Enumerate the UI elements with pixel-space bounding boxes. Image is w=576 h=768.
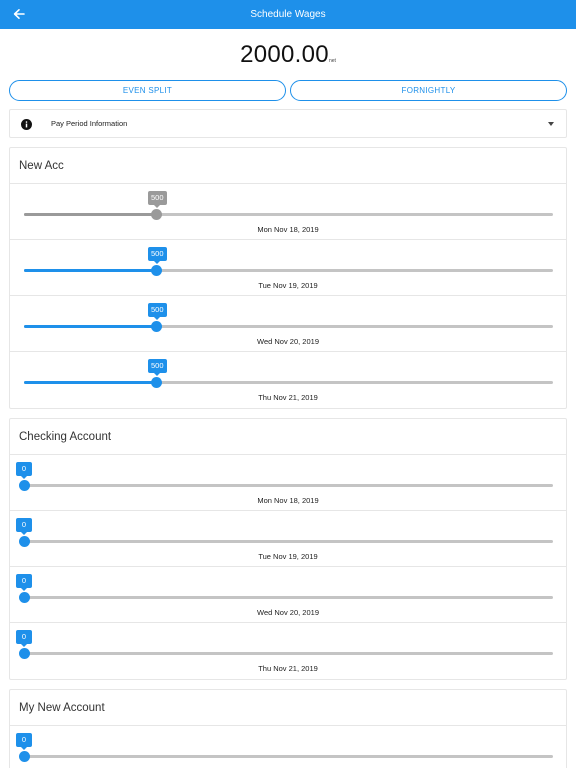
slider-fill — [24, 325, 156, 328]
app-bar: Schedule Wages — [0, 0, 576, 29]
slider-value-label: 0 — [16, 574, 32, 591]
allocation-slider-row: 500 Thu Nov 21, 2019 — [10, 352, 566, 408]
pay-date-label: Wed Nov 20, 2019 — [257, 608, 319, 617]
slider-value-label: 0 — [16, 733, 32, 750]
slider-thumb[interactable] — [18, 592, 30, 603]
slider-thumb[interactable] — [18, 536, 30, 547]
allocation-slider-row: 0 — [10, 726, 566, 768]
slider-value-label: 500 — [148, 303, 167, 320]
account-title: Checking Account — [10, 419, 566, 455]
slider-thumb[interactable] — [150, 265, 162, 276]
allocation-slider[interactable]: 0 — [16, 518, 553, 547]
main-content[interactable]: 2000.00net EVEN SPLIT FORNIGHTLY Pay Per… — [0, 29, 576, 768]
pay-period-info-label: Pay Period Information — [51, 119, 128, 128]
allocation-slider[interactable]: 0 — [16, 630, 553, 659]
allocation-slider[interactable]: 500 — [24, 191, 553, 220]
slider-value-label: 0 — [16, 518, 32, 535]
frequency-button[interactable]: FORNIGHTLY — [290, 80, 567, 101]
back-button[interactable] — [8, 3, 30, 25]
slider-thumb[interactable] — [150, 209, 162, 220]
allocation-slider[interactable]: 500 — [24, 359, 553, 388]
allocation-slider[interactable]: 0 — [16, 574, 553, 603]
slider-value-label: 0 — [16, 630, 32, 647]
slider-fill — [24, 381, 156, 384]
allocation-slider-row: 500 Tue Nov 19, 2019 — [10, 240, 566, 296]
net-amount-value: 2000.00 — [240, 41, 329, 68]
pay-date-label: Mon Nov 18, 2019 — [257, 496, 319, 505]
slider-fill — [24, 213, 156, 216]
allocation-slider[interactable]: 500 — [24, 303, 553, 332]
allocation-slider-row: 0 Thu Nov 21, 2019 — [10, 623, 566, 679]
net-amount-suffix: net — [328, 58, 336, 64]
slider-thumb[interactable] — [18, 648, 30, 659]
even-split-button[interactable]: EVEN SPLIT — [9, 80, 286, 101]
slider-value-label: 500 — [148, 247, 167, 264]
allocation-slider-row: 0 Tue Nov 19, 2019 — [10, 511, 566, 567]
pay-date-label: Thu Nov 21, 2019 — [258, 664, 318, 673]
allocation-slider-row: 500 Wed Nov 20, 2019 — [10, 296, 566, 352]
pay-date-label: Tue Nov 19, 2019 — [258, 552, 318, 561]
slider-thumb[interactable] — [18, 751, 30, 762]
pay-period-info-dropdown[interactable]: Pay Period Information — [9, 109, 567, 138]
pay-date-label: Thu Nov 21, 2019 — [258, 393, 318, 402]
pay-date-label: Wed Nov 20, 2019 — [257, 337, 319, 346]
slider-thumb[interactable] — [150, 321, 162, 332]
info-icon — [21, 119, 32, 130]
allocation-slider[interactable]: 500 — [24, 247, 553, 276]
slider-value-label: 500 — [148, 359, 167, 376]
account-card: New Acc 500 Mon Nov 18, 2019 500 Tue Nov 19,… — [9, 147, 567, 409]
account-title: New Acc — [10, 148, 566, 184]
account-card: Checking Account 0 Mon Nov 18, 2019 0 Tue No… — [9, 418, 567, 680]
allocation-slider-row: 500 Mon Nov 18, 2019 — [10, 184, 566, 240]
slider-thumb[interactable] — [18, 480, 30, 491]
allocation-slider-row: 0 Wed Nov 20, 2019 — [10, 567, 566, 623]
account-title: My New Account — [10, 690, 566, 726]
slider-thumb[interactable] — [150, 377, 162, 388]
page-title: Schedule Wages — [250, 9, 326, 20]
allocation-slider[interactable]: 0 — [16, 462, 553, 491]
net-amount: 2000.00net — [0, 41, 576, 69]
allocation-slider-row: 0 Mon Nov 18, 2019 — [10, 455, 566, 511]
arrow-left-icon — [13, 9, 25, 19]
allocation-slider[interactable]: 0 — [16, 733, 553, 762]
pay-date-label: Tue Nov 19, 2019 — [258, 281, 318, 290]
chevron-down-icon — [548, 122, 554, 126]
account-card: My New Account 0 — [9, 689, 567, 768]
pay-date-label: Mon Nov 18, 2019 — [257, 225, 319, 234]
slider-fill — [24, 269, 156, 272]
slider-value-label: 0 — [16, 462, 32, 479]
slider-value-label: 500 — [148, 191, 167, 208]
